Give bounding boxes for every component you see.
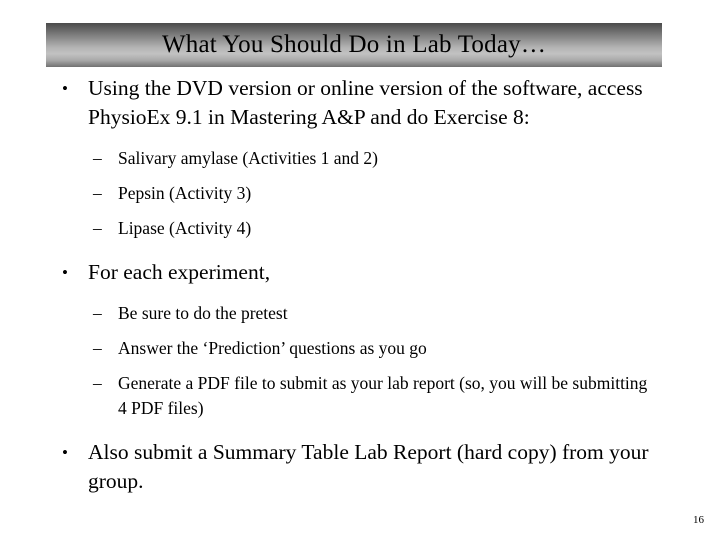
- dash-marker-icon: –: [93, 303, 102, 323]
- bullet-text: Lipase (Activity 4): [118, 218, 252, 238]
- slide: What You Should Do in Lab Today… • Using…: [0, 0, 720, 540]
- bullet-marker-icon: •: [62, 443, 68, 462]
- bullet-text: Salivary amylase (Activities 1 and 2): [118, 148, 378, 168]
- bullet-text: Using the DVD version or online version …: [88, 76, 643, 129]
- bullet-text: Generate a PDF file to submit as your la…: [118, 373, 648, 418]
- bullet-text: Pepsin (Activity 3): [118, 183, 252, 203]
- bullet-item-level2: – Generate a PDF file to submit as your …: [0, 371, 720, 421]
- slide-body: • Using the DVD version or online versio…: [0, 74, 720, 496]
- bullet-item-level2: – Lipase (Activity 4): [0, 216, 720, 241]
- dash-marker-icon: –: [93, 183, 102, 203]
- page-number: 16: [693, 514, 704, 526]
- bullet-item-level1: • Also submit a Summary Table Lab Report…: [0, 438, 720, 496]
- dash-marker-icon: –: [93, 373, 102, 393]
- bullet-marker-icon: •: [62, 263, 68, 282]
- dash-marker-icon: –: [93, 338, 102, 358]
- bullet-text: Also submit a Summary Table Lab Report (…: [88, 440, 649, 493]
- bullet-item-level2: – Salivary amylase (Activities 1 and 2): [0, 146, 720, 171]
- bullet-item-level1: • Using the DVD version or online versio…: [0, 74, 720, 132]
- bullet-item-level1: • For each experiment,: [0, 258, 720, 287]
- bullet-text: For each experiment,: [88, 260, 271, 284]
- page-title: What You Should Do in Lab Today…: [161, 30, 547, 58]
- bullet-marker-icon: •: [62, 79, 68, 98]
- bullet-item-level2: – Be sure to do the pretest: [0, 301, 720, 326]
- bullet-item-level2: – Answer the ‘Prediction’ questions as y…: [0, 336, 720, 361]
- dash-marker-icon: –: [93, 148, 102, 168]
- bullet-text: Be sure to do the pretest: [118, 303, 288, 323]
- bullet-item-level2: – Pepsin (Activity 3): [0, 181, 720, 206]
- slide-title-banner: What You Should Do in Lab Today…: [46, 23, 662, 67]
- dash-marker-icon: –: [93, 218, 102, 238]
- bullet-text: Answer the ‘Prediction’ questions as you…: [118, 338, 427, 358]
